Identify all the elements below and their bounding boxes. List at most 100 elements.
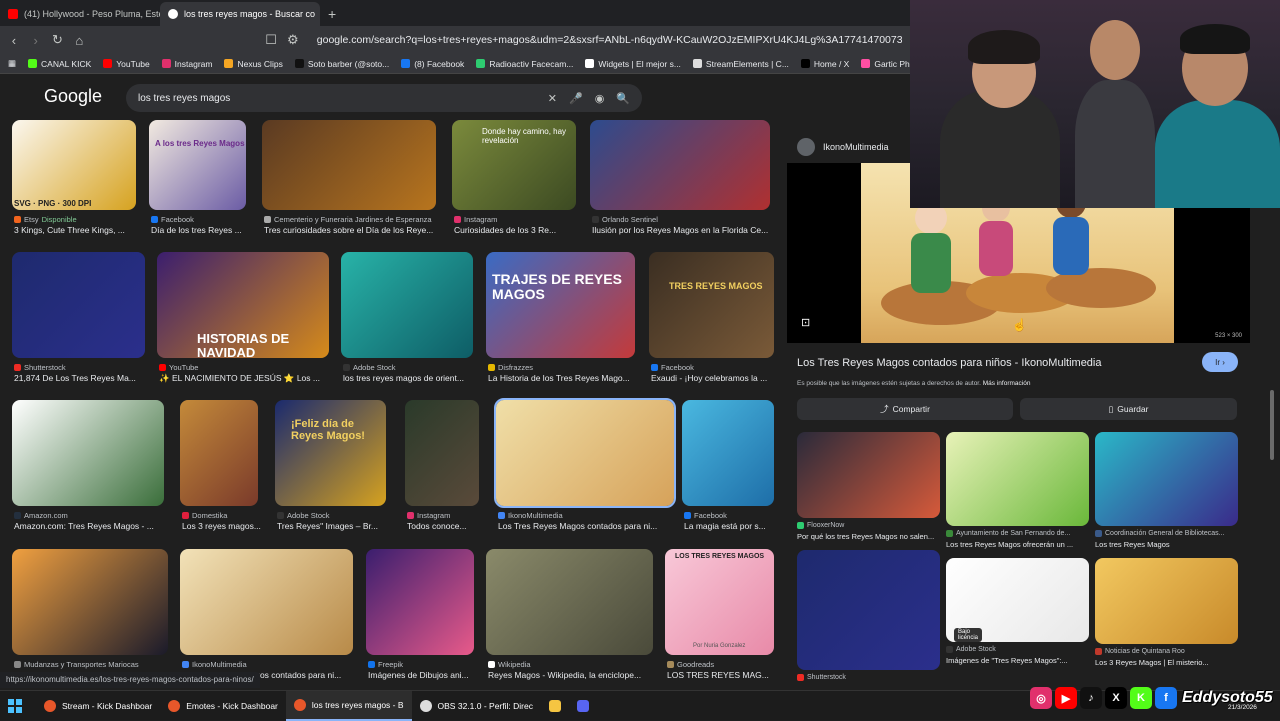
result-source[interactable]: Cementerio y Funeraria Jardines de Esper…: [264, 215, 432, 224]
microphone-icon[interactable]: 🎤: [569, 92, 583, 105]
related-source[interactable]: Noticias de Quintana Roo: [1095, 648, 1185, 655]
share-button[interactable]: ⤴ Compartir: [797, 398, 1013, 420]
forward-icon[interactable]: ›: [30, 33, 42, 48]
result-source[interactable]: Wikipedia: [488, 660, 531, 669]
lens-icon[interactable]: ◉: [595, 92, 605, 105]
result-source[interactable]: Adobe Stock: [277, 511, 330, 520]
result-thumbnail[interactable]: [649, 252, 774, 358]
result-thumbnail[interactable]: [180, 549, 353, 655]
bookmark-item[interactable]: YouTube: [103, 59, 150, 69]
search-input[interactable]: los tres reyes magos: [138, 93, 230, 104]
taskbar-app[interactable]: [541, 691, 569, 721]
result-source[interactable]: Facebook: [151, 215, 194, 224]
result-source[interactable]: Shutterstock: [14, 363, 66, 372]
result-caption[interactable]: Curiosidades de los 3 Re...: [454, 225, 556, 235]
taskbar-app[interactable]: los tres reyes magos - B: [285, 690, 412, 721]
result-caption[interactable]: La magia está por s...: [684, 521, 766, 531]
result-caption[interactable]: 21,874 De Los Tres Reyes Ma...: [14, 373, 136, 383]
result-thumbnail[interactable]: [262, 120, 436, 210]
result-caption[interactable]: Todos conoce...: [407, 521, 467, 531]
result-caption[interactable]: Exaudi - ¡Hoy celebramos la ...: [651, 373, 767, 383]
bookmark-item[interactable]: Nexus Clips: [224, 59, 283, 69]
result-caption[interactable]: los tres reyes magos de orient...: [343, 373, 464, 383]
home-icon[interactable]: ⌂: [73, 33, 85, 48]
reload-icon[interactable]: ↻: [52, 32, 64, 48]
result-source[interactable]: IkonoMultimedia: [498, 511, 563, 520]
taskbar-app[interactable]: [569, 691, 597, 721]
result-caption[interactable]: Ilusión por los Reyes Magos en la Florid…: [592, 225, 768, 235]
result-thumbnail[interactable]: [486, 252, 635, 358]
result-source[interactable]: Adobe Stock: [343, 363, 396, 372]
result-source[interactable]: Freepik: [368, 660, 403, 669]
related-thumbnail[interactable]: [797, 432, 940, 518]
bookmark-item[interactable]: StreamElements | C...: [692, 59, 789, 69]
bookmark-item[interactable]: Widgets | El mejor s...: [585, 59, 681, 69]
taskbar-app[interactable]: OBS 32.1.0 - Perfil: Direc: [412, 691, 541, 721]
result-caption[interactable]: Los Tres Reyes Magos contados para ni...: [498, 521, 657, 531]
taskbar-app[interactable]: Emotes - Kick Dashboar: [160, 691, 286, 721]
result-source[interactable]: Facebook: [684, 511, 727, 520]
more-info-link[interactable]: Más información: [983, 380, 1031, 387]
result-caption[interactable]: Amazon.com: Tres Reyes Magos - ...: [14, 521, 154, 531]
result-source[interactable]: Facebook: [651, 363, 694, 372]
result-caption[interactable]: Reyes Magos - Wikipedia, la enciclope...: [488, 670, 641, 680]
google-logo[interactable]: Google: [44, 86, 102, 107]
result-thumbnail[interactable]: [494, 398, 676, 508]
clear-icon[interactable]: ✕: [548, 92, 557, 105]
related-thumbnail[interactable]: [797, 550, 940, 670]
related-caption[interactable]: Por qué los tres Reyes Magos no salen...: [797, 532, 934, 541]
result-thumbnail[interactable]: [665, 549, 774, 655]
bookmark-item[interactable]: Home / X: [800, 59, 849, 69]
apps-icon[interactable]: ▦: [8, 58, 16, 69]
result-thumbnail[interactable]: [590, 120, 770, 210]
site-info-icon[interactable]: ⚙: [287, 32, 299, 48]
result-caption[interactable]: Los 3 reyes magos...: [182, 521, 261, 531]
result-thumbnail[interactable]: [366, 549, 474, 655]
related-thumbnail[interactable]: [946, 432, 1089, 526]
save-button[interactable]: ▯ Guardar: [1020, 398, 1237, 420]
result-thumbnail[interactable]: [180, 400, 258, 506]
related-thumbnail[interactable]: [1095, 558, 1238, 644]
result-source[interactable]: Goodreads: [667, 660, 714, 669]
result-caption[interactable]: 3 Kings, Cute Three Kings, ...: [14, 225, 125, 235]
result-caption[interactable]: LOS TRES REYES MAG...: [667, 670, 769, 680]
tab-google-search[interactable]: los tres reyes magos - Buscar co ×: [160, 2, 320, 26]
visit-button[interactable]: Ir ›: [1202, 352, 1238, 372]
result-caption[interactable]: La Historia de los Tres Reyes Mago...: [488, 373, 630, 383]
result-thumbnail[interactable]: [12, 252, 145, 358]
related-source[interactable]: Adobe Stock: [946, 646, 996, 653]
related-source[interactable]: FlooxerNow: [797, 522, 844, 529]
tab-youtube[interactable]: (41) Hollywood - Peso Pluma, Esteva: [0, 2, 160, 26]
taskbar-app[interactable]: Stream - Kick Dashboar: [36, 691, 160, 721]
result-thumbnail[interactable]: [12, 120, 136, 210]
related-caption[interactable]: Imágenes de "Tres Reyes Magos":...: [946, 656, 1068, 665]
result-caption[interactable]: Día de los tres Reyes ...: [151, 225, 242, 235]
bookmark-item[interactable]: CANAL KICK: [28, 59, 91, 69]
search-icon[interactable]: 🔍: [616, 92, 630, 105]
result-source[interactable]: Mudanzas y Transportes Mariocas: [14, 660, 139, 669]
bookmark-item[interactable]: Soto barber (@soto...: [294, 59, 389, 69]
result-caption[interactable]: Tres curiosidades sobre el Día de los Re…: [264, 225, 433, 235]
result-thumbnail[interactable]: [682, 400, 774, 506]
result-source[interactable]: Etsy Disponible: [14, 215, 77, 224]
result-source[interactable]: Orlando Sentinel: [592, 215, 658, 224]
result-source[interactable]: YouTube: [159, 363, 198, 372]
result-caption[interactable]: Tres Reyes" Images – Br...: [277, 521, 378, 531]
result-source[interactable]: Domestika: [182, 511, 227, 520]
result-thumbnail[interactable]: [149, 120, 246, 210]
result-source[interactable]: Amazon.com: [14, 511, 68, 520]
panel-title[interactable]: Los Tres Reyes Magos contados para niños…: [797, 357, 1102, 369]
windows-start-icon[interactable]: [0, 698, 30, 713]
related-caption[interactable]: Los tres Reyes Magos ofrecerán un ...: [946, 540, 1073, 549]
result-thumbnail[interactable]: [275, 400, 386, 506]
result-source[interactable]: Disfrazzes: [488, 363, 533, 372]
result-caption[interactable]: ✨ EL NACIMIENTO DE JESÚS ⭐ Los ...: [159, 373, 320, 384]
result-thumbnail[interactable]: [405, 400, 479, 506]
related-source[interactable]: Shutterstock: [797, 674, 846, 681]
related-thumbnail[interactable]: [1095, 432, 1238, 526]
bookmark-icon[interactable]: ☐: [265, 32, 277, 48]
related-caption[interactable]: Los 3 Reyes Magos | El misterio...: [1095, 658, 1209, 667]
bookmark-item[interactable]: Instagram: [161, 59, 212, 69]
related-caption[interactable]: Los tres Reyes Magos: [1095, 540, 1170, 549]
bookmark-item[interactable]: (8) Facebook: [401, 59, 464, 69]
